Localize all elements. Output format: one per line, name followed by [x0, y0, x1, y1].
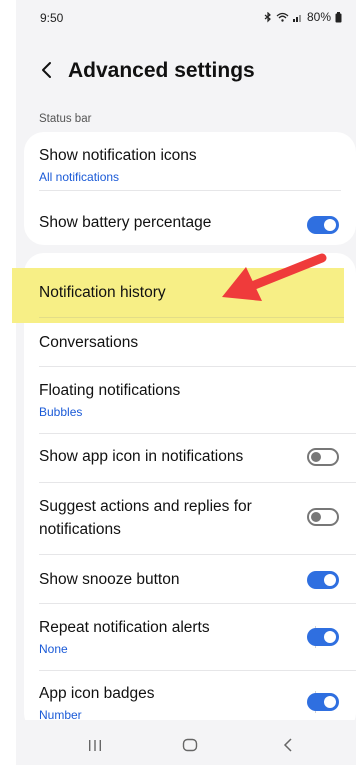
row-title: Floating notifications	[39, 382, 181, 399]
floating-notifications-item[interactable]: Floating notifications Bubbles	[24, 367, 356, 435]
row-title: Show snooze button	[39, 571, 180, 588]
status-bar: 9:50 80%	[16, 0, 356, 34]
row-title: Suggest actions and replies for notifica…	[39, 498, 252, 538]
row-title: Show app icon in notifications	[39, 448, 244, 465]
page-title: Advanced settings	[68, 59, 255, 82]
row-subtitle: All notifications	[39, 170, 120, 184]
show-battery-percentage-item[interactable]: Show battery percentage	[24, 190, 356, 245]
conversations-item[interactable]: Conversations	[24, 323, 356, 369]
row-title: Show battery percentage	[39, 214, 212, 231]
show-app-icon-item[interactable]: Show app icon in notifications	[24, 434, 356, 482]
snooze-button-toggle[interactable]	[307, 571, 339, 589]
app-badges-toggle[interactable]	[307, 693, 339, 711]
home-icon	[182, 738, 198, 752]
bluetooth-icon	[264, 11, 271, 22]
divider	[39, 317, 344, 318]
repeat-alerts-toggle[interactable]	[307, 628, 339, 646]
signal-icon	[292, 15, 301, 22]
show-snooze-button-item[interactable]: Show snooze button	[24, 555, 356, 603]
row-subtitle: None	[39, 642, 68, 656]
status-time: 9:50	[40, 11, 64, 25]
show-notification-icons-item[interactable]: Show notification icons All notification…	[24, 132, 356, 190]
recents-icon	[89, 739, 101, 751]
header: Advanced settings	[16, 50, 356, 90]
battery-icon	[335, 11, 342, 22]
battery-percent: 80%	[306, 10, 331, 24]
row-title: Conversations	[39, 334, 139, 351]
repeat-notification-alerts-item[interactable]: Repeat notification alerts None	[24, 604, 356, 670]
wifi-icon	[276, 12, 289, 22]
status-bar-card: Show notification icons All notification…	[24, 132, 356, 245]
section-label-status-bar: Status bar	[39, 113, 92, 125]
back-button[interactable]	[34, 56, 60, 84]
recents-button[interactable]	[80, 734, 110, 756]
row-title: App icon badges	[39, 685, 155, 702]
suggest-actions-toggle[interactable]	[307, 508, 339, 526]
nav-back-icon	[283, 738, 292, 752]
navigation-bar	[16, 720, 356, 765]
row-title: Repeat notification alerts	[39, 619, 210, 636]
notification-history-item[interactable]: Notification history	[12, 268, 344, 323]
notification-settings-card: Conversations Floating notifications Bub…	[24, 253, 356, 733]
home-button[interactable]	[175, 734, 205, 756]
chevron-left-icon	[42, 62, 51, 78]
phone-screen: 9:50 80% Advanced settings Status bar Sh…	[16, 0, 356, 765]
row-title: Notification history	[39, 284, 166, 301]
suggest-actions-item[interactable]: Suggest actions and replies for notifica…	[24, 483, 356, 553]
row-title: Show notification icons	[39, 147, 197, 164]
app-icon-toggle[interactable]	[307, 448, 339, 466]
battery-percentage-toggle[interactable]	[307, 216, 339, 234]
row-subtitle: Bubbles	[39, 405, 83, 419]
nav-back-button[interactable]	[273, 734, 303, 756]
status-icons: 80%	[264, 10, 342, 24]
